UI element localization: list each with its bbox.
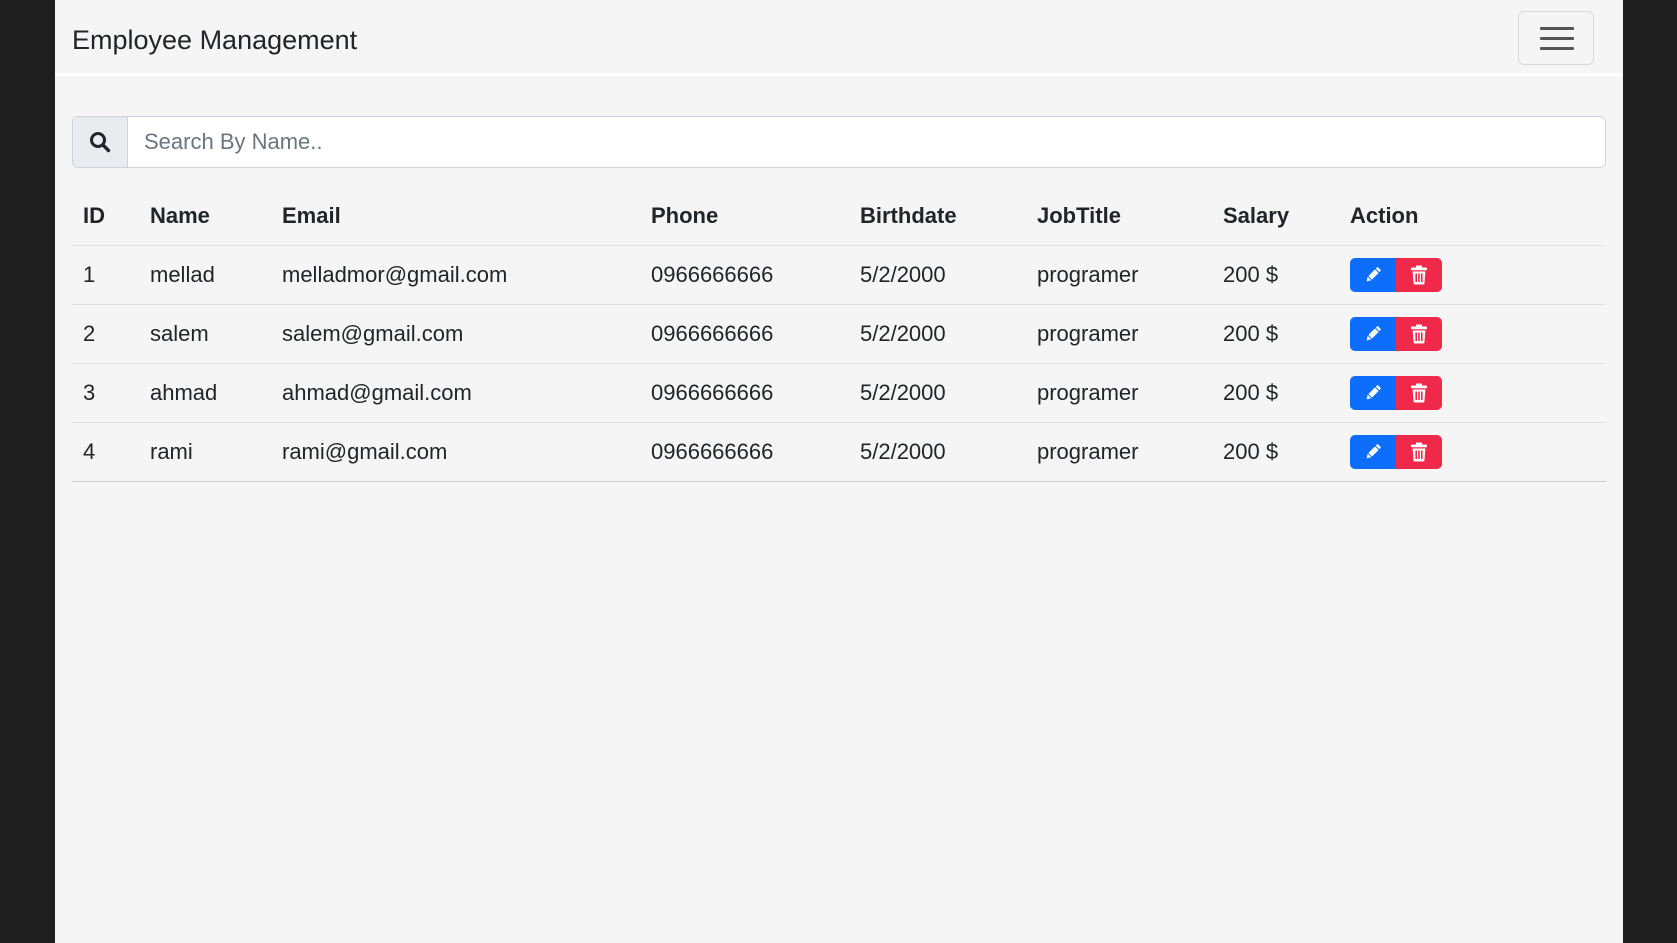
- cell-id: 3: [72, 363, 139, 423]
- search-bar: [72, 116, 1606, 168]
- delete-button[interactable]: [1396, 257, 1442, 292]
- cell-phone: 0966666666: [640, 422, 849, 482]
- edit-button[interactable]: [1350, 316, 1396, 351]
- cell-phone: 0966666666: [640, 363, 849, 423]
- search-icon: [90, 132, 111, 153]
- cell-birthdate: 5/2/2000: [849, 304, 1026, 364]
- header-jobtitle: JobTitle: [1026, 188, 1212, 246]
- edit-button[interactable]: [1350, 257, 1396, 292]
- cell-birthdate: 5/2/2000: [849, 245, 1026, 305]
- trash-icon: [1411, 383, 1427, 402]
- cell-id: 1: [72, 245, 139, 305]
- cell-name: salem: [139, 304, 271, 364]
- header-name: Name: [139, 188, 271, 246]
- delete-button[interactable]: [1396, 375, 1442, 410]
- cell-phone: 0966666666: [640, 245, 849, 305]
- cell-action: [1339, 304, 1606, 364]
- header-salary: Salary: [1212, 188, 1339, 246]
- cell-action: [1339, 245, 1606, 305]
- cell-jobtitle: programer: [1026, 245, 1212, 305]
- trash-icon: [1411, 442, 1427, 461]
- pencil-icon: [1366, 266, 1381, 281]
- cell-action: [1339, 422, 1606, 482]
- cell-jobtitle: programer: [1026, 363, 1212, 423]
- header-action: Action: [1339, 188, 1606, 246]
- navbar-brand[interactable]: Employee Management: [72, 22, 357, 58]
- row-actions: [1350, 375, 1595, 410]
- delete-button[interactable]: [1396, 434, 1442, 469]
- app-page: Employee Management Search By Name.. ID …: [55, 0, 1623, 943]
- cell-birthdate: 5/2/2000: [849, 422, 1026, 482]
- cell-id: 2: [72, 304, 139, 364]
- cell-salary: 200 $: [1212, 422, 1339, 482]
- table-row: 4 rami rami@gmail.com 0966666666 5/2/200…: [72, 422, 1606, 482]
- cell-action: [1339, 363, 1606, 423]
- table-header-row: ID Name Email Phone Birthdate JobTitle S…: [72, 188, 1606, 246]
- pencil-icon: [1366, 325, 1381, 340]
- cell-id: 4: [72, 422, 139, 482]
- table-row: 2 salem salem@gmail.com 0966666666 5/2/2…: [72, 304, 1606, 364]
- cell-email: rami@gmail.com: [271, 422, 640, 482]
- row-actions: [1350, 316, 1595, 351]
- cell-email: ahmad@gmail.com: [271, 363, 640, 423]
- cell-jobtitle: programer: [1026, 304, 1212, 364]
- cell-email: melladmor@gmail.com: [271, 245, 640, 305]
- trash-icon: [1411, 265, 1427, 284]
- row-actions: [1350, 257, 1595, 292]
- cell-jobtitle: programer: [1026, 422, 1212, 482]
- cell-name: rami: [139, 422, 271, 482]
- cell-email: salem@gmail.com: [271, 304, 640, 364]
- edit-button[interactable]: [1350, 375, 1396, 410]
- cell-phone: 0966666666: [640, 304, 849, 364]
- cell-salary: 200 $: [1212, 304, 1339, 364]
- trash-icon: [1411, 324, 1427, 343]
- header-phone: Phone: [640, 188, 849, 246]
- employee-table: ID Name Email Phone Birthdate JobTitle S…: [72, 188, 1606, 482]
- pencil-icon: [1366, 384, 1381, 399]
- header-birthdate: Birthdate: [849, 188, 1026, 246]
- header-id: ID: [72, 188, 139, 246]
- search-addon: [73, 117, 128, 167]
- table-row: 3 ahmad ahmad@gmail.com 0966666666 5/2/2…: [72, 363, 1606, 423]
- cell-salary: 200 $: [1212, 245, 1339, 305]
- navbar: Employee Management: [55, 0, 1623, 76]
- row-actions: [1350, 434, 1595, 469]
- table-row: 1 mellad melladmor@gmail.com 0966666666 …: [72, 245, 1606, 305]
- delete-button[interactable]: [1396, 316, 1442, 351]
- menu-toggle-button[interactable]: [1518, 11, 1594, 65]
- cell-name: ahmad: [139, 363, 271, 423]
- cell-salary: 200 $: [1212, 363, 1339, 423]
- cell-name: mellad: [139, 245, 271, 305]
- search-input[interactable]: [128, 117, 1605, 167]
- edit-button[interactable]: [1350, 434, 1396, 469]
- pencil-icon: [1366, 443, 1381, 458]
- cell-birthdate: 5/2/2000: [849, 363, 1026, 423]
- header-email: Email: [271, 188, 640, 246]
